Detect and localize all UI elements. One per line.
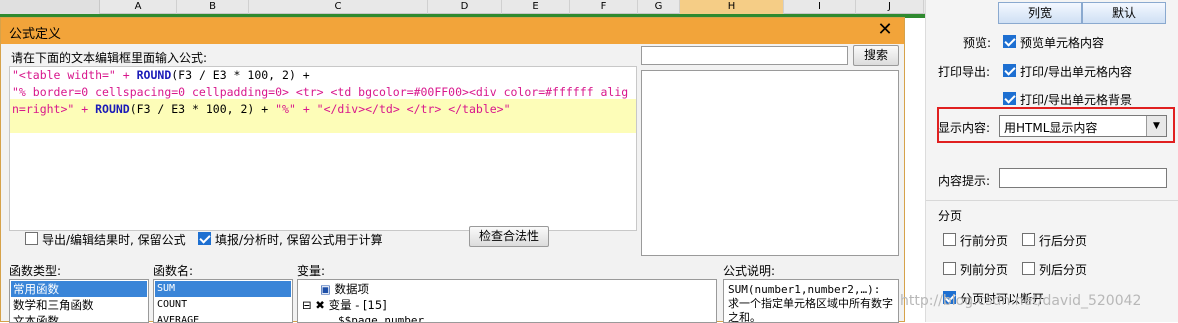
formula-line-1: "<table width=" + ROUND(F3 / E3 * 100, 2… [12,67,317,84]
list-item[interactable]: SUM [155,281,291,297]
formula-description: SUM(number1,number2,…): 求一个指定单元格区域中所有数字之… [723,279,899,323]
print-content-checkbox[interactable] [1003,64,1016,77]
column-header-c[interactable]: C [249,0,428,14]
formula-line-3: n=right>" + ROUND(F3 / E3 * 100, 2) + "%… [12,101,511,118]
formula-token: (F3 / E3 * 100, 2) + [129,102,276,116]
column-header-a[interactable]: A [100,0,177,14]
formula-dialog: 公式定义 ✕ 请在下面的文本编辑框里面输入公式: "<table width="… [0,17,905,323]
page-after-row-checkbox[interactable] [1022,233,1035,246]
content-tip-input[interactable] [999,168,1167,188]
column-header-row: ABCDEFGHIJK [100,0,994,14]
dialog-title: 公式定义 [9,27,62,42]
print-content-label: 打印/导出单元格内容 [1020,65,1133,79]
tree-item[interactable]: ▣ 数据项 [318,281,369,297]
page-before-row-checkbox[interactable] [943,233,956,246]
check-validity-button[interactable]: 检查合法性 [469,226,549,247]
column-header-f[interactable]: F [570,0,638,14]
preview-label: 预览: [963,36,992,50]
keep-formula-export-label: 导出/编辑结果时, 保留公式 [42,233,186,247]
divider [926,200,1178,201]
preview-option-label: 预览单元格内容 [1020,36,1105,50]
tree-item[interactable]: ⊟ ✖ 变量 - [15] [300,297,387,313]
formula-token: "<table width=" + [12,68,137,82]
formula-token: "% border=0 cellspacing=0 cellpadding=0>… [12,85,629,99]
highlight-frame [937,107,1175,143]
page-after-col-checkbox[interactable] [1022,262,1035,275]
formula-token: n=right>" + [12,102,96,116]
print-background-label: 打印/导出单元格背景 [1020,93,1133,107]
paging-section-title: 分页 [938,209,963,223]
formula-editor[interactable]: "<table width=" + ROUND(F3 / E3 * 100, 2… [9,66,637,231]
column-header-j[interactable]: J [856,0,924,14]
formula-token: ROUND [95,102,130,116]
formula-line-2: "% border=0 cellspacing=0 cellpadding=0>… [12,84,628,101]
list-item[interactable]: 数学和三角函数 [11,297,94,313]
page-after-col-label: 列后分页 [1039,263,1088,277]
column-header-i[interactable]: I [784,0,856,14]
column-header-d[interactable]: D [428,0,502,14]
page-before-col-label: 列前分页 [960,263,1009,277]
var-tree[interactable]: ▣ 数据项 ⊟ ✖ 变量 - [15] $$page_number [297,279,717,323]
tree-item-label: 数据项 [334,282,370,296]
keep-formula-fill-checkbox[interactable] [198,232,211,245]
search-results-box[interactable] [641,70,899,256]
column-header-e[interactable]: E [502,0,570,14]
property-panel: 列宽 默认 预览: 预览单元格内容 打印导出: 打印/导出单元格内容 打印/导出… [925,0,1178,322]
watermark: http://blog.csdn.net/david_520042 [900,293,1142,309]
column-header-g[interactable]: G [638,0,680,14]
formula-prompt-label: 请在下面的文本编辑框里面输入公式: [11,51,208,65]
close-icon[interactable]: ✕ [876,20,894,40]
func-type-list[interactable]: 常用函数 数学和三角函数 文本函数 [9,279,149,323]
dialog-titlebar[interactable]: 公式定义 ✕ [1,18,904,44]
page-before-col-checkbox[interactable] [943,262,956,275]
print-export-label: 打印导出: [938,65,991,79]
column-header-b[interactable]: B [177,0,249,14]
search-button[interactable]: 搜索 [853,45,899,66]
page-after-row-label: 行后分页 [1039,234,1088,248]
page-before-row-label: 行前分页 [960,234,1009,248]
formula-token: ROUND [136,68,172,82]
keep-formula-export-checkbox[interactable] [25,232,38,245]
tab-col-width[interactable]: 列宽 [998,2,1082,24]
formula-token: (F3 / E3 * 100, 2) + [171,68,317,82]
func-name-label: 函数名: [153,264,194,278]
column-header-h[interactable]: H [680,0,784,14]
preview-checkbox[interactable] [1003,35,1016,48]
formula-token: "%" + "</div></td> </tr> </table>" [275,102,511,116]
func-name-list[interactable]: SUM COUNT AVERAGE [153,279,293,323]
tab-default[interactable]: 默认 [1082,2,1166,24]
content-tip-label: 内容提示: [938,174,991,188]
var-label: 变量: [297,264,326,278]
func-type-label: 函数类型: [9,264,62,278]
list-item[interactable]: COUNT [155,297,187,313]
collapse-icon[interactable]: ⊟ [302,298,312,312]
sheet-corner[interactable] [0,0,100,14]
keep-formula-fill-label: 填报/分析时, 保留公式用于计算 [215,233,383,247]
data-item-icon: ▣ [320,282,331,296]
desc-label: 公式说明: [723,264,776,278]
list-item[interactable]: 常用函数 [11,281,147,297]
tree-item-label: 变量 - [15] [328,298,387,312]
print-background-checkbox[interactable] [1003,92,1016,105]
search-input[interactable] [641,46,848,65]
variable-icon: ✖ [315,298,325,312]
